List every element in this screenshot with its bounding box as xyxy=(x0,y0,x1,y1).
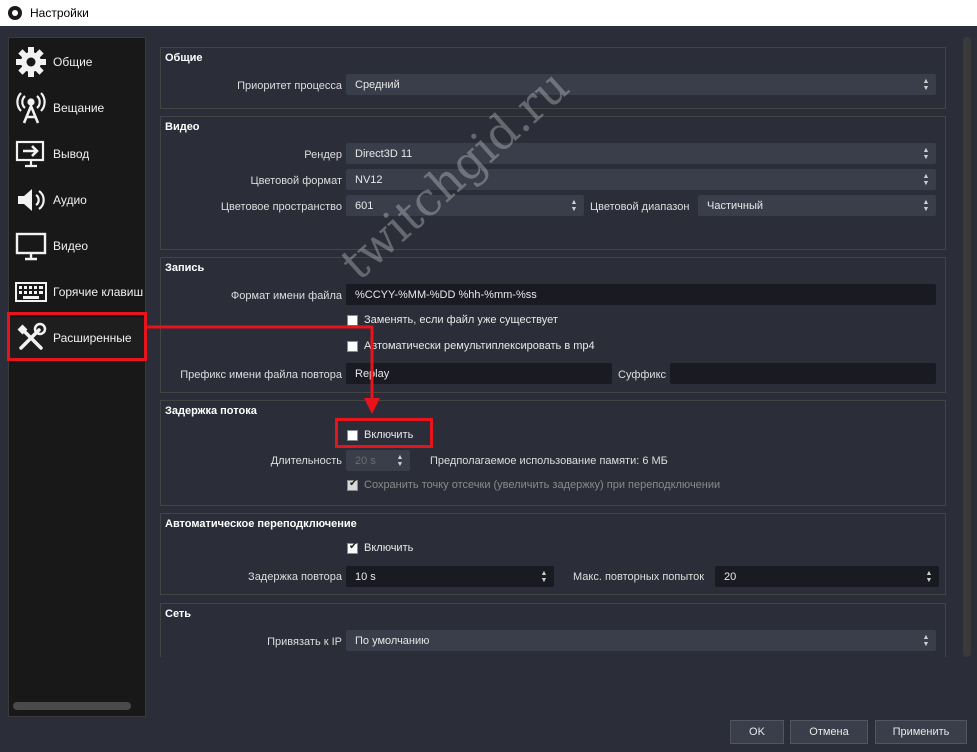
annotation-arrow xyxy=(147,325,380,414)
ok-button[interactable]: OK xyxy=(730,720,784,744)
apply-button[interactable]: Применить xyxy=(875,720,967,744)
cancel-button[interactable]: Отмена xyxy=(790,720,868,744)
